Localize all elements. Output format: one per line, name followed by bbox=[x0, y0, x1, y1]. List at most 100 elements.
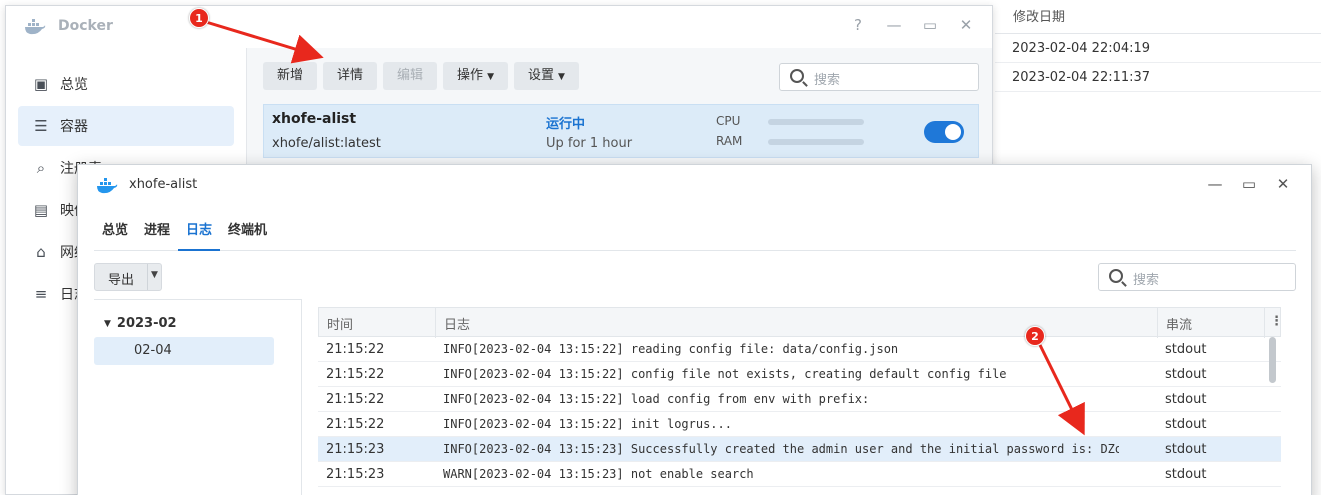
log-message: INFO[2023-02-04 13:15:22] init logrus... bbox=[443, 417, 732, 431]
sidebar-item-overview[interactable]: ▣ 总览 bbox=[18, 64, 234, 104]
column-divider bbox=[1157, 308, 1158, 338]
log-time: 21:15:22 bbox=[326, 417, 385, 432]
search-icon bbox=[1109, 269, 1123, 283]
docker-titlebar[interactable]: Docker ? — ▭ ✕ bbox=[6, 6, 992, 48]
actions-button[interactable]: 操作 ▼ bbox=[443, 62, 508, 90]
log-stream: stdout bbox=[1165, 342, 1207, 357]
column-divider bbox=[435, 308, 436, 338]
search-placeholder: 搜索 bbox=[814, 73, 841, 88]
container-image: xhofe/alist:latest bbox=[272, 136, 381, 151]
image-icon: ▤ bbox=[33, 201, 49, 219]
table-row[interactable]: 21:15:22 INFO[2023-02-04 13:15:22] load … bbox=[318, 387, 1281, 412]
log-table-header: 时间 日志 串流 ⋮ bbox=[318, 307, 1283, 338]
minimize-icon[interactable]: — bbox=[884, 16, 904, 34]
search-icon bbox=[790, 69, 804, 83]
tab-overview[interactable]: 总览 bbox=[94, 217, 136, 251]
tab-process[interactable]: 进程 bbox=[136, 217, 178, 251]
network-icon: ⌂ bbox=[36, 243, 46, 261]
log-search-input[interactable]: 搜索 bbox=[1098, 263, 1296, 291]
log-time: 21:15:22 bbox=[326, 367, 385, 382]
detail-tabs: 总览 进程 日志 终端机 bbox=[94, 217, 1296, 251]
table-row[interactable]: 21:15:23 WARN[2023-02-04 13:15:23] not e… bbox=[318, 462, 1281, 487]
container-search-input[interactable]: 搜索 bbox=[779, 63, 979, 91]
tree-month-label: 2023-02 bbox=[116, 316, 177, 331]
divider bbox=[147, 264, 148, 290]
log-date-tree: ▼ 2023-02 02-04 bbox=[94, 299, 302, 495]
log-message: INFO[2023-02-04 13:15:22] reading config… bbox=[443, 342, 899, 356]
log-stream: stdout bbox=[1165, 417, 1207, 432]
maximize-icon[interactable]: ▭ bbox=[1239, 175, 1259, 193]
chevron-down-icon: ▼ bbox=[487, 72, 494, 82]
detail-titlebar[interactable]: xhofe-alist — ▭ ✕ bbox=[78, 165, 1311, 205]
column-menu-icon[interactable]: ⋮ bbox=[1270, 314, 1283, 329]
log-message: INFO[2023-02-04 13:15:23] Successfully c… bbox=[443, 442, 1119, 456]
edit-button[interactable]: 编辑 bbox=[383, 62, 438, 90]
column-time[interactable]: 时间 bbox=[327, 314, 353, 333]
sidebar-item-container[interactable]: ☰ 容器 bbox=[18, 106, 234, 146]
docker-whale-icon bbox=[97, 178, 118, 194]
table-row[interactable]: 21:15:22 INFO[2023-02-04 13:15:22] init … bbox=[318, 412, 1281, 437]
log-stream: stdout bbox=[1165, 392, 1207, 407]
status-badge: 运行中 bbox=[546, 117, 586, 132]
log-scrollbar[interactable] bbox=[1269, 337, 1276, 383]
close-icon[interactable]: ✕ bbox=[1273, 175, 1293, 193]
cpu-label: CPU bbox=[716, 114, 741, 128]
actions-label: 操作 bbox=[457, 68, 484, 83]
modified-date-header[interactable]: 修改日期 bbox=[995, 0, 1321, 34]
details-button[interactable]: 详情 bbox=[323, 62, 378, 90]
container-uptime: Up for 1 hour bbox=[546, 136, 633, 151]
ram-usage-bar bbox=[768, 139, 864, 145]
settings-button[interactable]: 设置 ▼ bbox=[513, 62, 579, 90]
detail-window-title: xhofe-alist bbox=[129, 177, 198, 192]
log-stream: stdout bbox=[1165, 467, 1207, 482]
log-message: INFO[2023-02-04 13:15:22] config file no… bbox=[443, 367, 1007, 381]
registry-icon: ⌕ bbox=[36, 159, 46, 177]
sidebar-item-label: 总览 bbox=[60, 77, 88, 93]
container-name: xhofe-alist bbox=[272, 111, 357, 127]
log-stream: stdout bbox=[1165, 367, 1207, 382]
log-time: 21:15:23 bbox=[326, 467, 385, 482]
container-run-toggle[interactable] bbox=[924, 121, 964, 143]
overview-icon: ▣ bbox=[33, 75, 49, 93]
tree-day[interactable]: 02-04 bbox=[94, 337, 274, 365]
annotation-badge-2: 2 bbox=[1025, 326, 1045, 346]
docker-whale-icon bbox=[25, 19, 46, 35]
table-row[interactable]: 21:15:22 INFO[2023-02-04 13:15:22] readi… bbox=[318, 337, 1281, 362]
log-table: 时间 日志 串流 ⋮ 21:15:22 INFO[2023-02-04 13:1… bbox=[318, 307, 1283, 495]
file-row[interactable]: 2023-02-04 22:04:19 bbox=[995, 34, 1321, 63]
search-placeholder: 搜索 bbox=[1133, 273, 1160, 288]
column-divider bbox=[1264, 308, 1265, 338]
log-time: 21:15:23 bbox=[326, 442, 385, 457]
caret-down-icon[interactable]: ▼ bbox=[104, 319, 111, 329]
file-row[interactable]: 2023-02-04 22:11:37 bbox=[995, 63, 1321, 92]
settings-label: 设置 bbox=[527, 68, 554, 83]
table-row[interactable]: 21:15:22 INFO[2023-02-04 13:15:22] confi… bbox=[318, 362, 1281, 387]
tree-month[interactable]: ▼ 2023-02 bbox=[104, 316, 177, 331]
minimize-icon[interactable]: — bbox=[1205, 175, 1225, 193]
column-log[interactable]: 日志 bbox=[444, 314, 470, 333]
annotation-badge-1: 1 bbox=[189, 8, 209, 28]
container-toolbar: 新增 详情 编辑 操作 ▼ 设置 ▼ bbox=[263, 62, 579, 90]
column-stream[interactable]: 串流 bbox=[1166, 314, 1192, 333]
tab-log[interactable]: 日志 bbox=[178, 217, 221, 251]
table-row[interactable]: 21:15:23 INFO[2023-02-04 13:15:23] Succe… bbox=[318, 437, 1281, 462]
tab-terminal[interactable]: 终端机 bbox=[220, 217, 275, 251]
cpu-usage-bar bbox=[768, 119, 864, 125]
ram-label: RAM bbox=[716, 134, 743, 148]
log-time: 21:15:22 bbox=[326, 342, 385, 357]
chevron-down-icon: ▼ bbox=[558, 72, 565, 82]
export-label: 导出 bbox=[108, 273, 135, 288]
maximize-icon[interactable]: ▭ bbox=[920, 16, 940, 34]
sidebar-item-label: 容器 bbox=[60, 119, 88, 135]
container-row[interactable]: xhofe-alist xhofe/alist:latest 运行中 Up fo… bbox=[263, 104, 979, 158]
container-detail-window: xhofe-alist — ▭ ✕ 总览 进程 日志 终端机 导出 ▼ 搜索 ▼… bbox=[77, 164, 1312, 495]
log-message: WARN[2023-02-04 13:15:23] not enable sea… bbox=[443, 467, 754, 481]
log-time: 21:15:22 bbox=[326, 392, 385, 407]
log-stream: stdout bbox=[1165, 442, 1207, 457]
help-icon[interactable]: ? bbox=[848, 16, 868, 34]
export-button[interactable]: 导出 ▼ bbox=[94, 263, 162, 291]
add-button[interactable]: 新增 bbox=[263, 62, 318, 90]
close-icon[interactable]: ✕ bbox=[956, 16, 976, 34]
log-message: INFO[2023-02-04 13:15:22] load config fr… bbox=[443, 392, 870, 406]
chevron-down-icon[interactable]: ▼ bbox=[151, 270, 158, 280]
